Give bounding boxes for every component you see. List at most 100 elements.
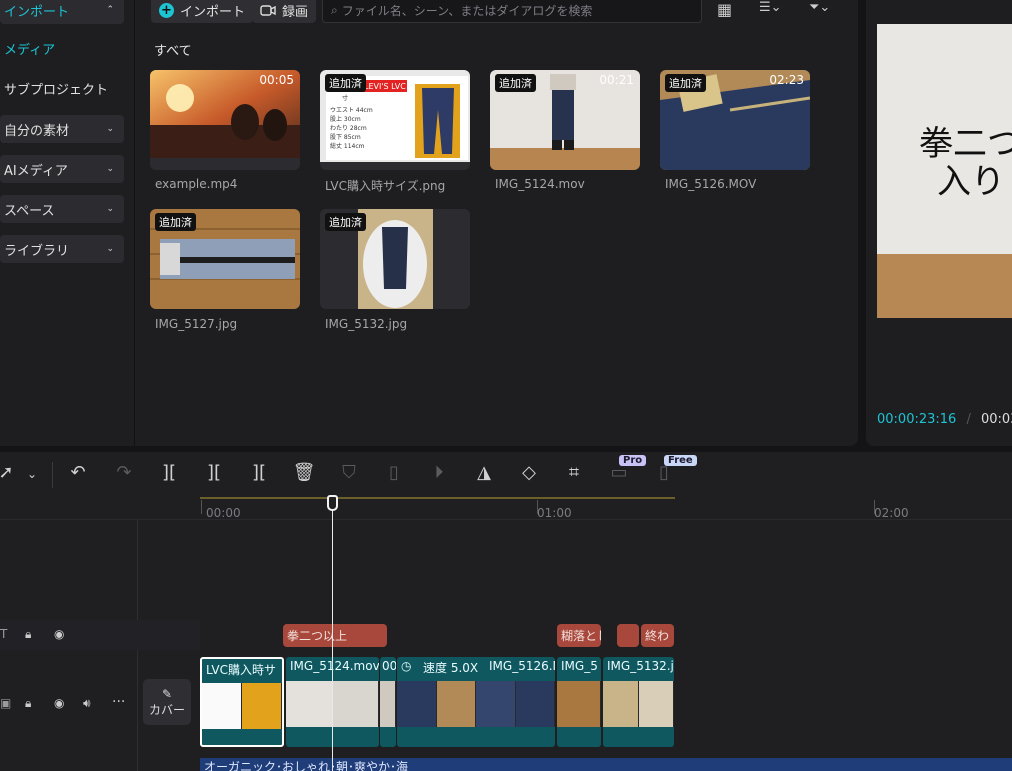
- media-card[interactable]: 追加済: [150, 209, 300, 309]
- chevron-down-icon: ⌄: [106, 124, 114, 134]
- eye-icon[interactable]: ◉: [54, 627, 64, 641]
- pro-badge: Pro: [619, 455, 647, 466]
- chevron-down-icon: ⌄: [106, 164, 114, 174]
- video-track-icon: ▣: [0, 696, 12, 710]
- section-title: すべて: [154, 44, 192, 59]
- cover-button[interactable]: ✎ カバー: [143, 679, 191, 725]
- text-clip[interactable]: 終わ: [641, 624, 674, 647]
- trim-right-icon[interactable]: ][: [247, 462, 271, 483]
- clip-label: LVC購入時サ: [206, 663, 276, 677]
- timeline-toolbar: [0, 452, 1012, 498]
- lock-icon[interactable]: 🔒︎: [25, 696, 31, 711]
- chevron-up-icon: ⌃: [106, 5, 114, 15]
- duration-label: 00:05: [259, 73, 294, 87]
- svg-text:ウエスト 44cm: ウエスト 44cm: [330, 106, 373, 114]
- video-clip[interactable]: IMG_5132.jp: [603, 657, 674, 747]
- video-clip[interactable]: LVC購入時サ: [200, 657, 284, 747]
- delete-icon[interactable]: 🗑: [292, 462, 316, 483]
- file-name: IMG_5132.jpg: [325, 317, 408, 331]
- sidebar-item-subproject[interactable]: サブプロジェクト: [0, 74, 124, 102]
- chevron-down-icon[interactable]: ⌄: [20, 467, 44, 481]
- clip-label: IMG_5: [561, 659, 598, 673]
- sidebar-item-label: サブプロジェクト: [4, 82, 109, 98]
- file-name: IMG_5124.mov: [495, 177, 585, 191]
- text-clip-label: 拳二つ以上: [287, 629, 348, 643]
- preview-frame: 拳二つ 入り: [877, 24, 1012, 318]
- sort-button[interactable]: ☰⌄: [759, 0, 782, 15]
- sidebar-item-media[interactable]: メディア: [0, 34, 124, 62]
- sidebar-item-label: インポート: [4, 4, 70, 20]
- media-card[interactable]: 00:05: [150, 70, 300, 170]
- mirror-icon[interactable]: ◮: [472, 462, 496, 483]
- sidebar-item-label: メディア: [4, 42, 56, 58]
- file-name: LVC購入時サイズ.png: [325, 179, 446, 193]
- split-icon[interactable]: ][: [157, 462, 181, 483]
- file-name: IMG_5126.MOV: [665, 177, 757, 191]
- grid-view-icon[interactable]: ▦: [717, 0, 732, 19]
- added-badge: 追加済: [325, 213, 366, 231]
- file-name: example.mp4: [155, 177, 238, 191]
- sidebar-item-my-assets[interactable]: 自分の素材 ⌄: [0, 115, 124, 143]
- audio-clip[interactable]: オーガニック･おしゃれ･朝･爽やか･海: [200, 758, 1012, 771]
- sidebar: インポート ⌃ メディア サブプロジェクト 自分の素材 ⌄ AIメディア ⌄ ス…: [0, 0, 134, 446]
- video-clip[interactable]: IMG_5: [557, 657, 601, 747]
- text-clip[interactable]: 糊落とし: [557, 624, 601, 647]
- select-tool-icon[interactable]: ➚: [0, 462, 18, 483]
- search-input[interactable]: ⌕ ファイル名、シーン、またはダイアログを検索: [322, 0, 702, 23]
- undo-icon[interactable]: ↶: [66, 462, 90, 483]
- text-clip[interactable]: [617, 624, 639, 647]
- camera-icon: [260, 4, 276, 16]
- media-card[interactable]: 追加済 02:23: [660, 70, 810, 170]
- sidebar-item-space[interactable]: スペース ⌄: [0, 195, 124, 223]
- text-clip-label: 糊落とし: [561, 629, 601, 643]
- search-placeholder: ファイル名、シーン、またはダイアログを検索: [341, 3, 593, 18]
- lock-icon[interactable]: 🔒︎: [25, 627, 31, 642]
- play-icon[interactable]: ⏵: [427, 462, 451, 483]
- playhead-handle[interactable]: [327, 495, 338, 511]
- volume-icon[interactable]: 🔊︎: [83, 696, 91, 711]
- caption-text: 入り: [937, 162, 1005, 202]
- eye-icon[interactable]: ◉: [54, 696, 64, 710]
- redo-icon[interactable]: ↷: [112, 462, 136, 483]
- added-badge: 追加済: [495, 74, 536, 92]
- audio-clip-label: オーガニック･おしゃれ･朝･爽やか･海: [204, 760, 409, 771]
- chevron-down-icon: ⌄: [106, 204, 114, 214]
- trim-left-icon[interactable]: ][: [202, 462, 226, 483]
- import-button[interactable]: + インポート: [151, 0, 254, 23]
- media-card[interactable]: 追加済: [320, 209, 470, 309]
- video-clip[interactable]: 00: [380, 657, 396, 747]
- marker-icon[interactable]: ⛉: [337, 462, 361, 483]
- current-time: 00:00:23:16: [877, 412, 957, 427]
- record-button[interactable]: 録画: [252, 0, 317, 23]
- sidebar-item-label: AIメディア: [4, 163, 68, 179]
- speed-icon: ◷: [401, 659, 412, 673]
- media-card[interactable]: 追加済 00:21: [490, 70, 640, 170]
- video-clip[interactable]: ◷ 速度 5.0X IMG_5126.M: [397, 657, 555, 747]
- text-clip-label: 終わ: [645, 629, 670, 643]
- crop-icon[interactable]: ⌗: [562, 462, 586, 483]
- search-icon: ⌕: [331, 2, 338, 17]
- divider: [52, 462, 53, 488]
- total-time: 00:03: [980, 412, 1012, 427]
- record-label: 録画: [282, 4, 309, 20]
- svg-text:LEVI'S LVC: LEVI'S LVC: [364, 82, 406, 91]
- rotate-icon[interactable]: ◇: [517, 462, 541, 483]
- filter-button[interactable]: ⏷⌄: [809, 0, 830, 15]
- freeze-icon[interactable]: ▯: [382, 462, 406, 483]
- sidebar-item-import[interactable]: インポート ⌃: [0, 0, 124, 24]
- edit-icon: ✎: [161, 686, 173, 701]
- sidebar-item-library[interactable]: ライブラリ ⌄: [0, 235, 124, 263]
- text-track-icon: T: [0, 627, 8, 641]
- more-icon[interactable]: ···: [112, 694, 125, 710]
- text-clip[interactable]: 拳二つ以上: [283, 624, 387, 647]
- media-card[interactable]: LEVI'S LVC 寸 ウエスト 44cm 股上 30cm わたり 28cm …: [320, 70, 470, 170]
- sidebar-item-label: 自分の素材: [4, 123, 70, 139]
- sidebar-item-label: ライブラリ: [4, 243, 70, 259]
- ruler-label: 00:00: [206, 506, 241, 520]
- sidebar-item-ai-media[interactable]: AIメディア ⌄: [0, 155, 124, 183]
- playhead[interactable]: [332, 500, 333, 771]
- speed-label: 速度 5.0X: [423, 661, 479, 675]
- duration-label: 02:23: [769, 73, 804, 87]
- file-name: IMG_5127.jpg: [155, 317, 238, 331]
- chevron-down-icon: ⌄: [106, 244, 114, 254]
